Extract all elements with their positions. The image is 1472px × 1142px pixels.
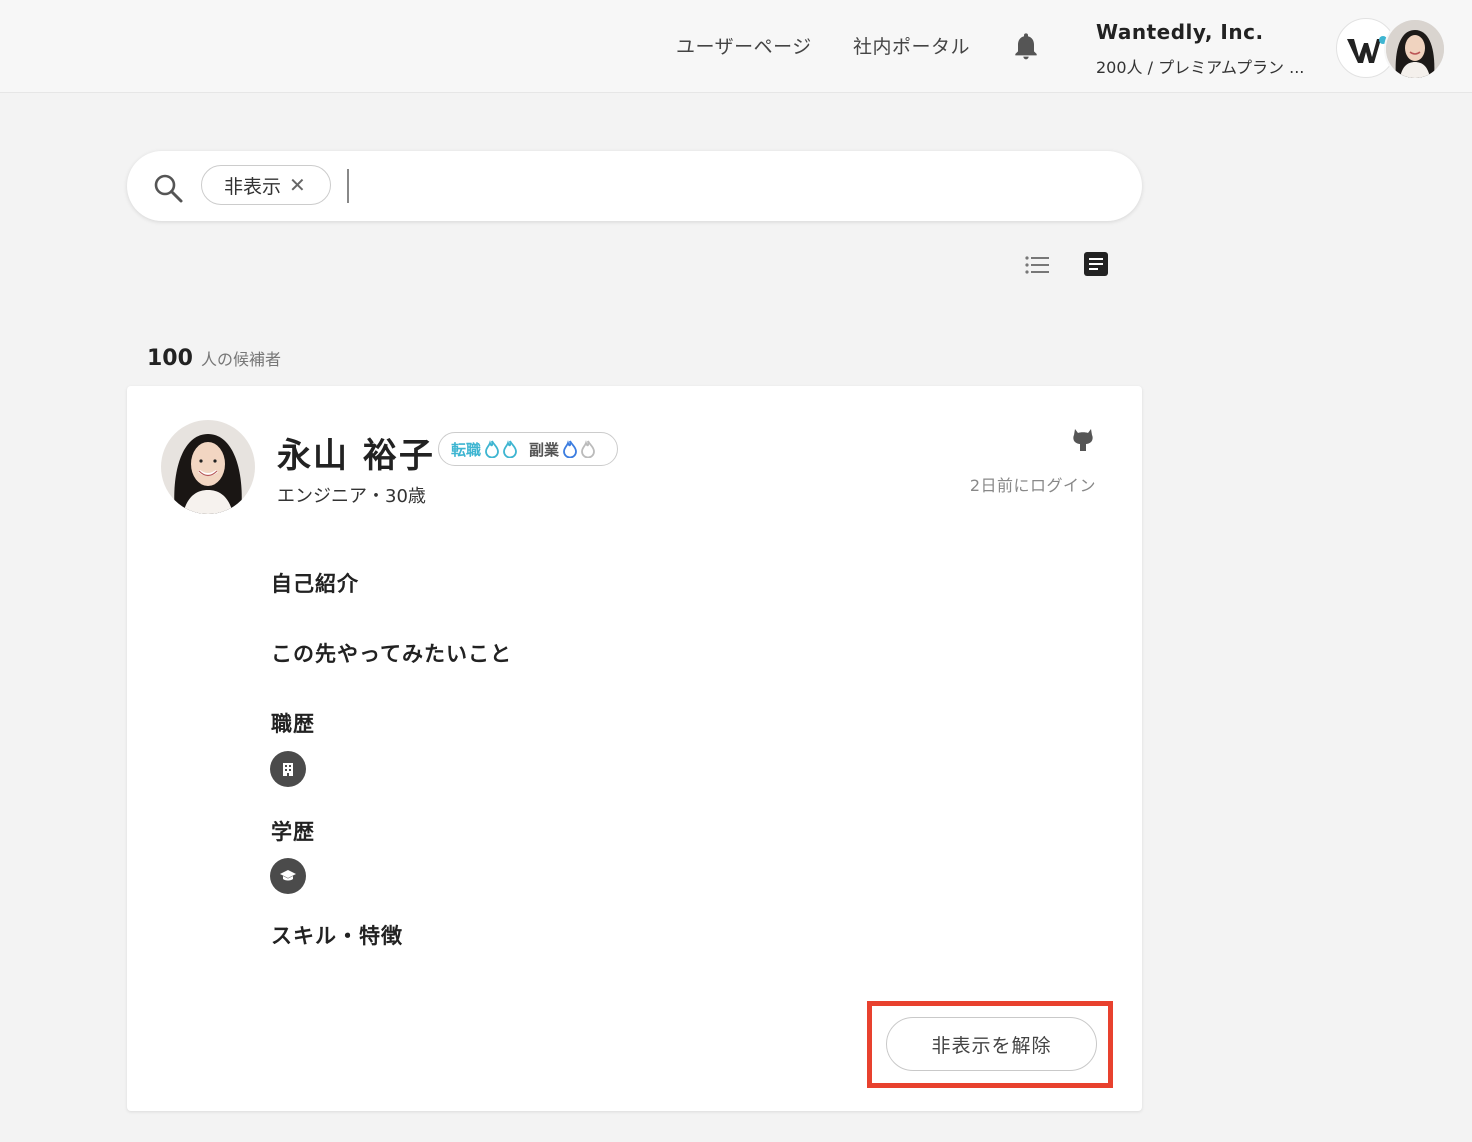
user-avatar[interactable] xyxy=(1384,18,1446,80)
flame-icon xyxy=(563,440,577,458)
candidate-count-label: 人の候補者 xyxy=(200,350,281,369)
company-plan: 200人 / プレミアムプラン ... xyxy=(1096,58,1305,77)
last-login: 2日前にログイン xyxy=(969,476,1096,495)
filter-chip-label: 非表示 xyxy=(224,175,282,198)
candidate-count: 100 人の候補者 xyxy=(147,346,281,371)
section-self-intro: 自己紹介 xyxy=(271,572,359,596)
close-icon[interactable]: ✕ xyxy=(289,173,306,197)
section-education: 学歴 xyxy=(271,820,315,844)
section-skills: スキル・特徴 xyxy=(271,924,403,948)
building-icon xyxy=(270,751,306,787)
graduation-cap-icon xyxy=(270,858,306,894)
nav-user-page[interactable]: ユーザーページ xyxy=(676,32,812,59)
bell-icon[interactable] xyxy=(1010,30,1042,62)
section-future-goals: この先やってみたいこと xyxy=(271,642,512,666)
section-career: 職歴 xyxy=(271,712,315,736)
github-icon[interactable] xyxy=(1071,426,1095,452)
search-bar[interactable]: 非表示 ✕ xyxy=(127,151,1142,221)
candidate-role-age: エンジニア・30歳 xyxy=(277,486,426,507)
unhide-button[interactable]: 非表示を解除 xyxy=(886,1017,1097,1071)
candidate-avatar[interactable] xyxy=(161,420,255,514)
list-view-icon[interactable] xyxy=(1022,250,1052,280)
company-name[interactable]: Wantedly, Inc. xyxy=(1096,20,1264,44)
top-bar: ユーザーページ 社内ポータル Wantedly, Inc. 200人 / プレミ… xyxy=(0,0,1472,93)
flame-icon xyxy=(503,440,517,458)
status-side-label: 副業 xyxy=(529,440,560,459)
flame-icon xyxy=(581,440,595,458)
card-view-icon[interactable] xyxy=(1082,250,1110,278)
status-job-label: 転職 xyxy=(451,440,482,459)
nav-company-portal[interactable]: 社内ポータル xyxy=(853,32,970,59)
flame-icon xyxy=(485,440,499,458)
job-status-badge: 転職 副業 xyxy=(438,432,618,466)
search-icon xyxy=(154,174,183,203)
candidate-name[interactable]: 永山 裕子 xyxy=(277,428,435,477)
search-input-caret xyxy=(347,169,349,203)
candidate-count-number: 100 xyxy=(147,346,193,371)
filter-chip-hidden[interactable]: 非表示 ✕ xyxy=(201,165,331,205)
